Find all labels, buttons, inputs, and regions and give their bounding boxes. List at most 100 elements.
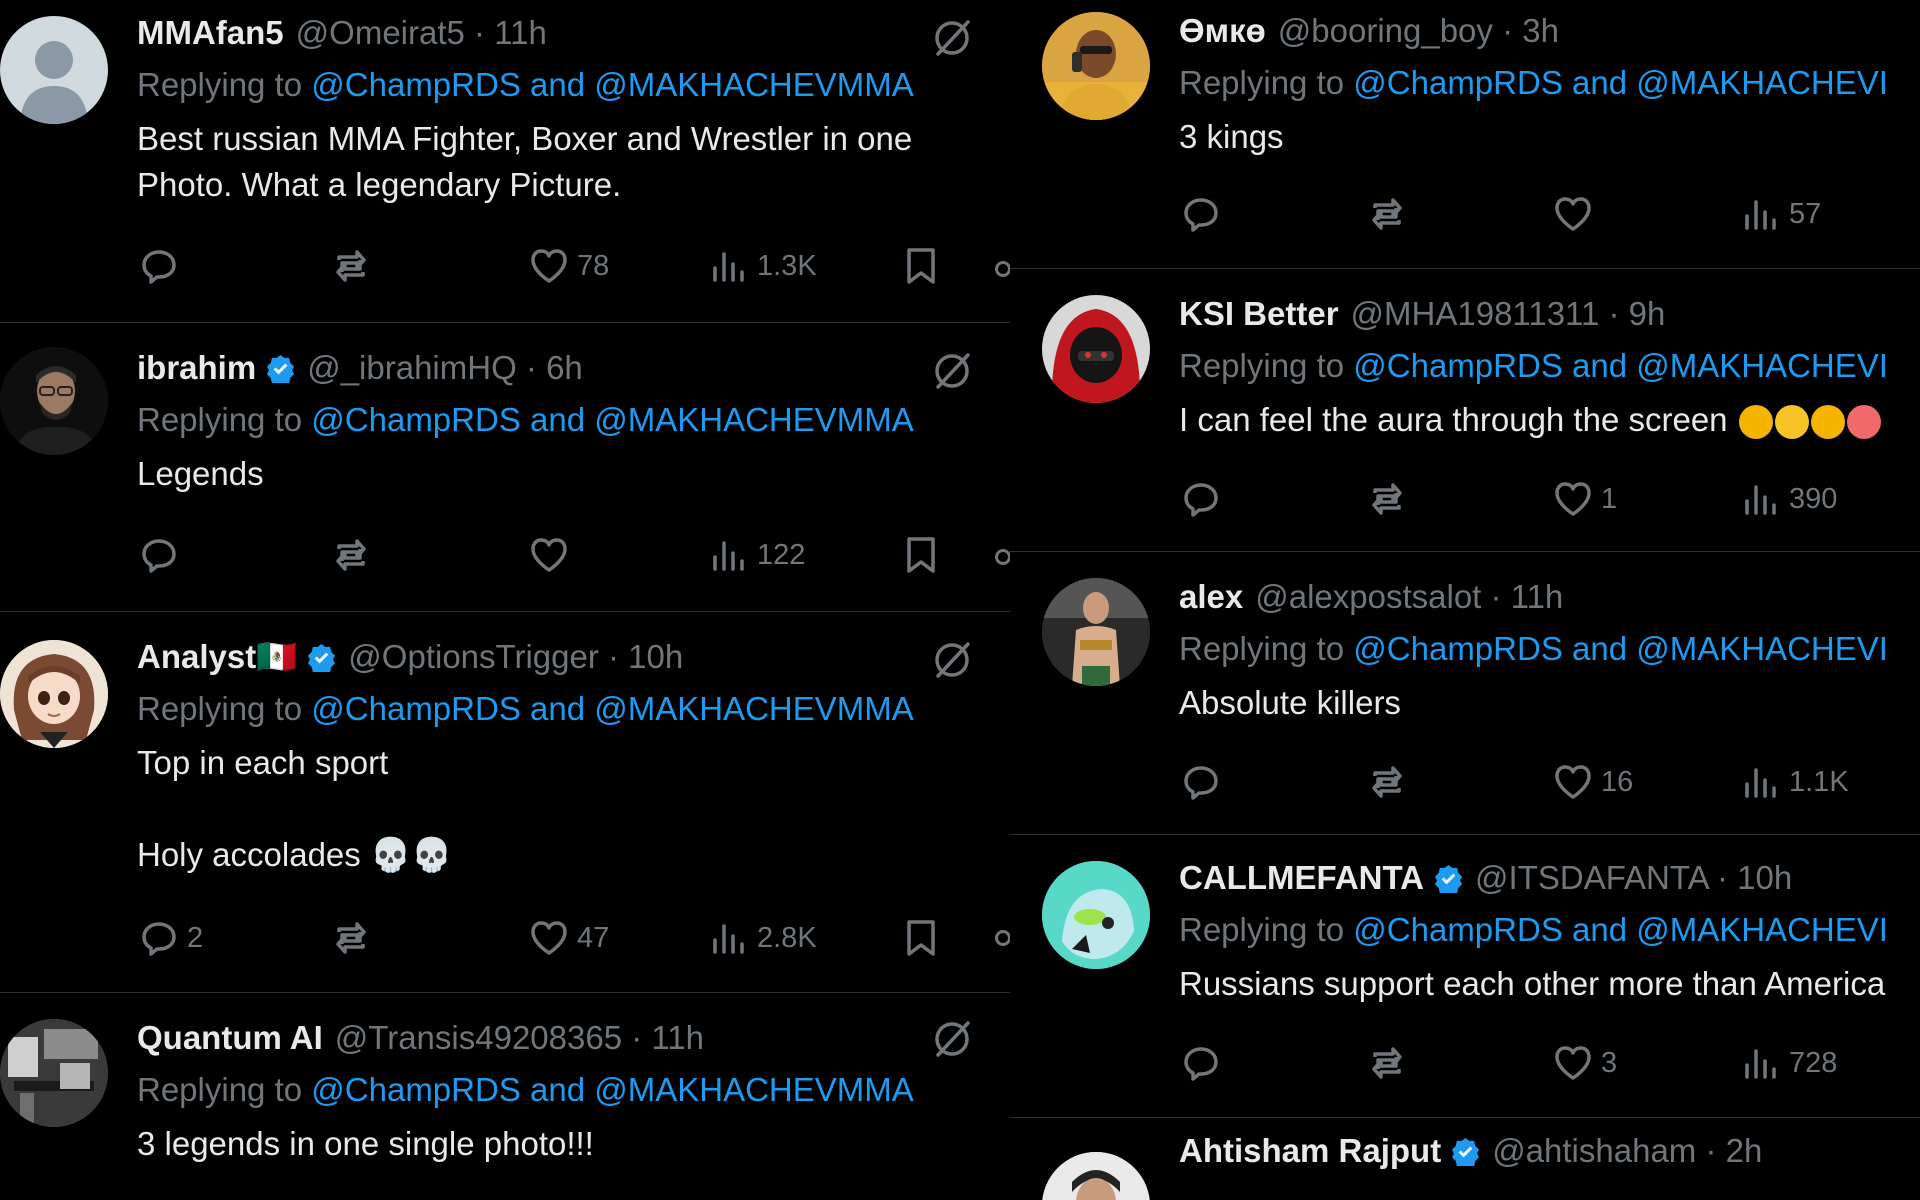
weary-face-emoji-icon bbox=[1810, 405, 1845, 440]
like-button[interactable] bbox=[527, 531, 577, 579]
handle-and-time[interactable]: @_ibrahimHQ · 6h bbox=[307, 349, 583, 387]
repost-button[interactable] bbox=[329, 242, 379, 290]
reply-to-links[interactable]: @ChampRDS and @MAKHACHEVI bbox=[1353, 347, 1888, 384]
display-name[interactable]: Analyst🇲🇽 bbox=[137, 638, 297, 677]
display-name[interactable]: Өмкө bbox=[1179, 12, 1266, 50]
display-name[interactable]: alex bbox=[1179, 578, 1243, 616]
repost-button[interactable] bbox=[1365, 758, 1415, 806]
avatar[interactable] bbox=[1042, 1152, 1150, 1200]
reply-to-links[interactable]: @ChampRDS and @MAKHACHEVI bbox=[1353, 630, 1888, 667]
display-name[interactable]: Ahtisham Rajput bbox=[1179, 1132, 1441, 1170]
display-name[interactable]: MMAfan5 bbox=[137, 14, 284, 52]
display-name[interactable]: KSI Better bbox=[1179, 295, 1339, 333]
repost-button[interactable] bbox=[329, 914, 379, 962]
man-glasses-avatar-icon bbox=[0, 347, 108, 455]
avatar[interactable] bbox=[0, 640, 108, 748]
views-button[interactable]: 1.3K bbox=[707, 242, 817, 290]
reply-to-links[interactable]: @ChampRDS and @MAKHACHEVI bbox=[1353, 64, 1888, 101]
repost-button[interactable] bbox=[1365, 190, 1415, 238]
avatar[interactable] bbox=[0, 347, 108, 455]
reply-to-links[interactable]: @ChampRDS and @MAKHACHEVMMA bbox=[311, 1071, 913, 1108]
reply-to-links[interactable]: @ChampRDS and @MAKHACHEVMMA bbox=[311, 690, 913, 727]
replying-prefix: Replying to bbox=[137, 1071, 303, 1108]
like-button[interactable]: 78 bbox=[527, 242, 609, 290]
grok-icon[interactable] bbox=[930, 1017, 974, 1061]
reply-icon bbox=[142, 250, 176, 284]
views-button[interactable]: 390 bbox=[1739, 475, 1837, 523]
grok-icon[interactable] bbox=[930, 638, 974, 682]
reply-icon bbox=[142, 922, 176, 956]
reply-tweet[interactable]: Өмкө @booring_boy · 3h Replying to @Champ… bbox=[1010, 0, 1920, 269]
reply-to-links[interactable]: @ChampRDS and @MAKHACHEVMMA bbox=[311, 66, 913, 103]
left-reply-column: MMAfan5 @Omeirat5 · 11h Replying to @Cham… bbox=[0, 0, 1010, 1200]
handle-and-time[interactable]: @Transis49208365 · 11h bbox=[335, 1019, 704, 1057]
tweet-text: Absolute killers bbox=[1179, 684, 1401, 721]
reply-to-links[interactable]: @ChampRDS and @MAKHACHEVMMA bbox=[311, 401, 913, 438]
handle-and-time[interactable]: @Omeirat5 · 11h bbox=[296, 14, 547, 52]
views-button[interactable]: 57 bbox=[1739, 190, 1821, 238]
views-button[interactable]: 122 bbox=[707, 531, 805, 579]
reply-button[interactable] bbox=[1179, 475, 1229, 523]
astonished-face-emoji-icon bbox=[1774, 405, 1809, 440]
display-name[interactable]: Quantum AI bbox=[137, 1019, 323, 1057]
reply-button[interactable] bbox=[1179, 758, 1229, 806]
reply-tweet[interactable]: MMAfan5 @Omeirat5 · 11h Replying to @Cham… bbox=[0, 0, 1010, 323]
like-button[interactable]: 47 bbox=[527, 914, 609, 962]
like-button[interactable]: 1 bbox=[1551, 475, 1617, 523]
reply-tweet[interactable]: Quantum AI @Transis49208365 · 11h Replyin… bbox=[0, 993, 1010, 1200]
handle-and-time[interactable]: @ahtishaham · 2h bbox=[1492, 1132, 1762, 1170]
tweet-text: Top in each sport Holy accolades 💀💀 bbox=[137, 744, 453, 873]
reply-button[interactable] bbox=[137, 242, 187, 290]
view-count: 1.1K bbox=[1789, 765, 1849, 798]
repost-icon bbox=[1372, 766, 1402, 798]
like-button[interactable]: 16 bbox=[1551, 758, 1633, 806]
reply-button[interactable] bbox=[1179, 190, 1229, 238]
grok-icon[interactable] bbox=[930, 16, 974, 60]
reply-count: 2 bbox=[187, 921, 204, 954]
views-button[interactable]: 1.1K bbox=[1739, 758, 1849, 806]
repost-button[interactable] bbox=[1365, 1039, 1415, 1087]
bookmark-button[interactable] bbox=[899, 242, 943, 290]
handle-and-time[interactable]: @ITSDAFANTA · 10h bbox=[1475, 859, 1792, 897]
reply-tweet[interactable]: Ahtisham Rajput @ahtishaham · 2h bbox=[1010, 1118, 1920, 1200]
tweet-body: Ahtisham Rajput @ahtishaham · 2h bbox=[1179, 1130, 1920, 1172]
display-name[interactable]: ibrahim bbox=[137, 349, 256, 387]
reply-tweet[interactable]: ibrahim @_ibrahimHQ · 6h Replying to @Cha… bbox=[0, 323, 1010, 612]
avatar[interactable] bbox=[1042, 12, 1150, 120]
grok-icon[interactable] bbox=[930, 349, 974, 393]
action-bar: 2 47 2.8K bbox=[137, 914, 957, 962]
views-button[interactable]: 2.8K bbox=[707, 914, 817, 962]
like-count: 47 bbox=[577, 921, 610, 954]
replying-to: Replying to @ChampRDS and @MAKHACHEVMMA bbox=[137, 690, 977, 728]
reply-button[interactable] bbox=[1179, 1039, 1229, 1087]
avatar[interactable] bbox=[1042, 295, 1150, 403]
avatar[interactable] bbox=[0, 1019, 108, 1127]
reply-tweet[interactable]: Analyst🇲🇽 @OptionsTrigger · 10h Replying … bbox=[0, 612, 1010, 993]
views-chart-icon bbox=[713, 252, 744, 282]
repost-icon bbox=[1372, 198, 1402, 230]
avatar[interactable] bbox=[0, 16, 108, 124]
views-button[interactable]: 728 bbox=[1739, 1039, 1837, 1087]
tweet-body: Quantum AI @Transis49208365 · 11h Replyin… bbox=[137, 1017, 977, 1167]
handle-and-time[interactable]: @MHA19811311 · 9h bbox=[1351, 295, 1666, 333]
reply-to-links[interactable]: @ChampRDS and @MAKHACHEVI bbox=[1353, 911, 1888, 948]
reply-tweet[interactable]: alex @alexpostsalot · 11h Replying to @Ch… bbox=[1010, 552, 1920, 835]
like-count: 3 bbox=[1601, 1046, 1618, 1079]
handle-and-time[interactable]: @alexpostsalot · 11h bbox=[1255, 578, 1563, 616]
reply-button[interactable]: 2 bbox=[137, 914, 203, 962]
reply-button[interactable] bbox=[137, 531, 187, 579]
reply-icon bbox=[1184, 198, 1218, 232]
handle-and-time[interactable]: @booring_boy · 3h bbox=[1278, 12, 1559, 50]
reply-tweet[interactable]: KSI Better @MHA19811311 · 9h Replying to … bbox=[1010, 269, 1920, 552]
bookmark-button[interactable] bbox=[899, 914, 943, 962]
handle-and-time[interactable]: @OptionsTrigger · 10h bbox=[348, 638, 683, 676]
like-button[interactable] bbox=[1551, 190, 1601, 238]
reply-tweet[interactable]: CALLMEFANTA @ITSDAFANTA · 10h Replying to… bbox=[1010, 835, 1920, 1118]
avatar[interactable] bbox=[1042, 578, 1150, 686]
repost-button[interactable] bbox=[1365, 475, 1415, 523]
repost-button[interactable] bbox=[329, 531, 379, 579]
like-button[interactable]: 3 bbox=[1551, 1039, 1617, 1087]
display-name[interactable]: CALLMEFANTA bbox=[1179, 859, 1424, 897]
avatar[interactable] bbox=[1042, 861, 1150, 969]
bookmark-button[interactable] bbox=[899, 531, 943, 579]
